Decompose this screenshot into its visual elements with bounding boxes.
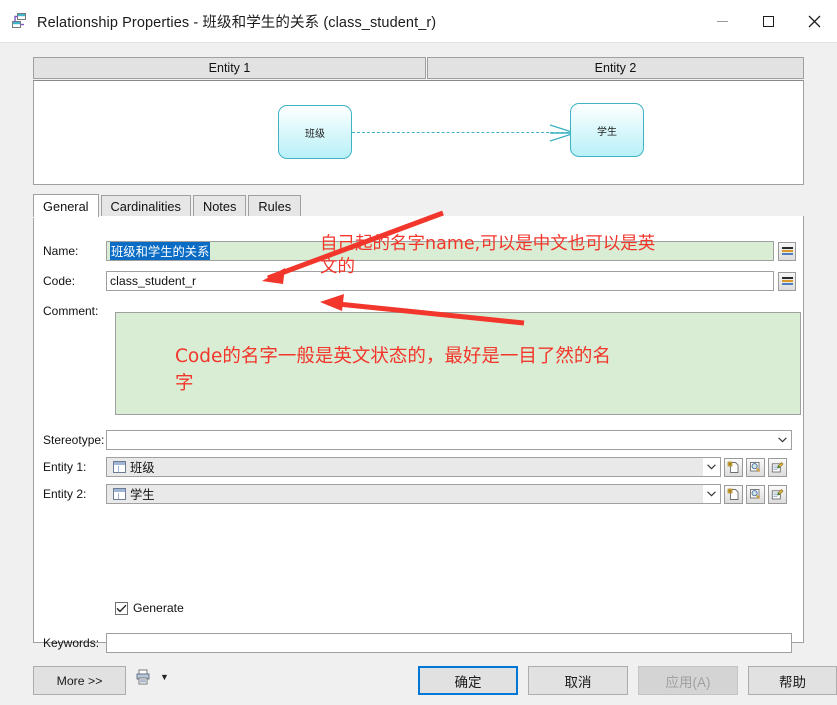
code-label: Code: bbox=[43, 274, 76, 288]
entity2-header[interactable]: Entity 2 bbox=[427, 57, 804, 79]
equals-icon bbox=[781, 276, 793, 286]
entity-header-bar: Entity 1 Entity 2 bbox=[33, 57, 804, 79]
window-title: Relationship Properties - 班级和学生的关系 (clas… bbox=[37, 14, 437, 31]
diagram-entity1-label: 班级 bbox=[305, 128, 325, 140]
more-button[interactable]: More >> bbox=[33, 666, 126, 695]
maximize-button[interactable] bbox=[745, 0, 791, 42]
maximize-icon bbox=[762, 15, 774, 27]
relationship-line bbox=[352, 132, 574, 133]
diagram-entity2-label: 学生 bbox=[597, 126, 617, 138]
name-equals-button[interactable] bbox=[778, 241, 796, 261]
browse-icon bbox=[750, 461, 761, 472]
keywords-input[interactable] bbox=[106, 633, 792, 653]
stereotype-label: Stereotype: bbox=[43, 433, 105, 447]
print-icon[interactable] bbox=[136, 669, 151, 685]
diagram-entity2-box: 学生 bbox=[570, 103, 644, 157]
name-label: Name: bbox=[43, 244, 79, 258]
tab-strip: General Cardinalities Notes Rules bbox=[33, 193, 804, 217]
chevron-down-icon[interactable] bbox=[703, 485, 720, 503]
apply-button-label: 应用(A) bbox=[665, 674, 711, 690]
entity2-row: Entity 2: 学生 bbox=[34, 484, 805, 504]
ok-button[interactable]: 确定 bbox=[418, 666, 518, 695]
chevron-down-icon[interactable] bbox=[703, 458, 720, 476]
name-input[interactable]: 班级和学生的关系 bbox=[106, 241, 774, 261]
entity-table-icon bbox=[113, 461, 126, 473]
properties-icon bbox=[771, 461, 784, 472]
entity2-value: 学生 bbox=[130, 488, 155, 502]
create-icon bbox=[727, 461, 739, 473]
print-button-group[interactable]: ▼ bbox=[136, 669, 169, 685]
entity1-label: Entity 1: bbox=[43, 460, 87, 474]
entity1-value: 班级 bbox=[130, 461, 155, 475]
entity2-header-label: Entity 2 bbox=[594, 61, 637, 75]
entity1-header-label: Entity 1 bbox=[208, 61, 251, 75]
entity2-combobox[interactable]: 学生 bbox=[106, 484, 721, 504]
general-tab-panel: Name: 班级和学生的关系 Code: class_student_r Com… bbox=[33, 216, 805, 653]
tab-rules-label: Rules bbox=[258, 199, 292, 214]
entity1-combobox[interactable]: 班级 bbox=[106, 457, 721, 477]
generate-label: Generate bbox=[133, 601, 184, 615]
code-input-value: class_student_r bbox=[110, 274, 197, 288]
tab-cardinalities[interactable]: Cardinalities bbox=[100, 195, 191, 217]
entity1-create-button[interactable] bbox=[724, 457, 743, 477]
help-button[interactable]: 帮助 bbox=[748, 666, 837, 695]
properties-icon bbox=[771, 488, 784, 499]
entity2-create-button[interactable] bbox=[724, 484, 743, 504]
entity-table-icon bbox=[113, 488, 126, 500]
code-input[interactable]: class_student_r bbox=[106, 271, 774, 291]
dialog-body: Entity 1 Entity 2 班级 学生 General Cardinal… bbox=[0, 42, 837, 705]
close-icon bbox=[808, 15, 820, 27]
entity1-properties-button[interactable] bbox=[768, 457, 787, 477]
tab-notes[interactable]: Notes bbox=[192, 195, 247, 217]
minimize-button[interactable] bbox=[699, 0, 745, 42]
browse-icon bbox=[750, 488, 761, 499]
relationship-icon bbox=[11, 12, 29, 30]
comment-row: Comment: bbox=[34, 304, 106, 318]
tab-rules[interactable]: Rules bbox=[248, 195, 302, 217]
code-equals-button[interactable] bbox=[778, 271, 796, 291]
print-dropdown-caret[interactable]: ▼ bbox=[160, 672, 169, 682]
generate-checkbox[interactable] bbox=[115, 601, 128, 615]
minimize-icon bbox=[716, 20, 728, 22]
entity1-header[interactable]: Entity 1 bbox=[33, 57, 426, 79]
entity1-row: Entity 1: 班级 bbox=[34, 457, 805, 477]
stereotype-combobox[interactable] bbox=[106, 430, 792, 450]
check-icon bbox=[116, 604, 127, 612]
tab-general-label: General bbox=[43, 198, 89, 214]
title-bar: Relationship Properties - 班级和学生的关系 (clas… bbox=[0, 0, 837, 42]
entity2-value-wrap: 学生 bbox=[107, 485, 703, 503]
comment-textarea[interactable] bbox=[115, 312, 801, 415]
close-button[interactable] bbox=[791, 0, 837, 42]
keywords-label: Keywords: bbox=[43, 636, 100, 650]
cancel-button[interactable]: 取消 bbox=[528, 666, 628, 695]
window-controls bbox=[699, 0, 837, 42]
relationship-diagram-preview: 班级 学生 bbox=[33, 80, 804, 185]
entity2-browse-button[interactable] bbox=[746, 484, 765, 504]
more-button-label: More >> bbox=[56, 673, 103, 688]
stereotype-row: Stereotype: bbox=[34, 430, 805, 450]
create-icon bbox=[727, 488, 739, 500]
keywords-row: Keywords: bbox=[34, 633, 805, 653]
relationship-properties-dialog: Relationship Properties - 班级和学生的关系 (clas… bbox=[0, 0, 837, 705]
ok-button-label: 确定 bbox=[454, 674, 482, 690]
entity1-value-wrap: 班级 bbox=[107, 458, 703, 476]
help-button-label: 帮助 bbox=[779, 674, 806, 690]
name-row: Name: 班级和学生的关系 bbox=[34, 241, 805, 261]
chevron-down-icon[interactable] bbox=[774, 431, 791, 449]
diagram-entity1-box: 班级 bbox=[278, 105, 352, 159]
entity2-label: Entity 2: bbox=[43, 487, 87, 501]
apply-button: 应用(A) bbox=[638, 666, 738, 695]
entity2-properties-button[interactable] bbox=[768, 484, 787, 504]
comment-label: Comment: bbox=[43, 304, 99, 318]
entity1-browse-button[interactable] bbox=[746, 457, 765, 477]
dialog-footer: More >> ▼ 确定 取消 应用(A) 帮助 bbox=[0, 656, 837, 705]
tab-cardinalities-label: Cardinalities bbox=[110, 199, 181, 214]
cancel-button-label: 取消 bbox=[564, 674, 592, 690]
code-row: Code: class_student_r bbox=[34, 271, 805, 291]
equals-icon bbox=[781, 246, 793, 256]
name-input-value: 班级和学生的关系 bbox=[110, 242, 211, 260]
tab-notes-label: Notes bbox=[202, 199, 237, 214]
generate-checkbox-row[interactable]: Generate bbox=[115, 601, 184, 615]
tab-general[interactable]: General bbox=[33, 194, 99, 217]
